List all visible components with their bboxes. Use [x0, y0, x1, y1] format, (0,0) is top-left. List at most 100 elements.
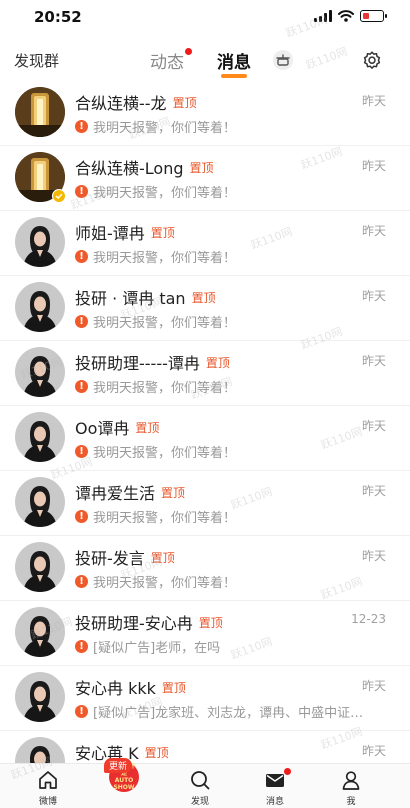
chat-list-item[interactable]: 合纵连横-Long 置顶 昨天! 我明天报警，你们等着！ [0, 146, 410, 211]
avatar[interactable] [15, 347, 65, 397]
pot-icon[interactable] [272, 49, 294, 71]
chat-list-item[interactable]: 投研助理-----谭冉 置顶 昨天! 我明天报警，你们等着！ [0, 341, 410, 406]
chat-list-item[interactable]: 投研 · 谭冉 tan 置顶 昨天! 我明天报警，你们等着！ [0, 276, 410, 341]
avatar[interactable] [15, 477, 65, 527]
tab-label: 微博 [38, 797, 57, 807]
chat-preview-row: ! 我明天报警，你们等着！ [75, 312, 380, 331]
alert-icon: ! [75, 705, 88, 718]
avatar[interactable] [15, 217, 65, 267]
tab-feed[interactable]: 动态 [150, 48, 192, 73]
discover-groups-link[interactable]: 发现群 [14, 50, 59, 71]
update-badge: 更新 [104, 758, 133, 773]
tab-discover[interactable]: 发现 [170, 768, 230, 807]
pinned-badge: 置顶 [161, 680, 186, 695]
chat-name-row: 投研助理-----谭冉 置顶 [75, 350, 230, 374]
avatar[interactable] [15, 607, 65, 657]
avatar[interactable] [15, 282, 65, 332]
chat-preview-row: ! 我明天报警，你们等着！ [75, 247, 380, 266]
chat-timestamp: 12-23 [351, 612, 386, 626]
tab-me[interactable]: 我 [321, 768, 381, 807]
chat-name: 师姐-谭冉 [75, 224, 145, 243]
chat-list-item[interactable]: 合纵连横--龙 置顶 昨天! 我明天报警，你们等着！ [0, 81, 410, 146]
tab-promo[interactable]: 我们可不是 AUTO SHOW 更新 [94, 758, 154, 792]
chat-timestamp: 昨天 [361, 484, 386, 498]
chat-preview-row: ! [疑似广告]龙家班、刘志龙，谭冉、中盛中证… [75, 702, 380, 721]
chat-preview: 我明天报警，你们等着！ [93, 511, 237, 526]
pinned-badge: 置顶 [191, 290, 216, 305]
tab-messages[interactable]: 消息 [217, 48, 251, 78]
chat-list-item[interactable]: 安心苒 K 置顶 昨天 [0, 731, 410, 763]
chat-list-item[interactable]: 投研助理-安心冉 置顶 12-23! [疑似广告]老师，在吗 [0, 601, 410, 666]
chat-preview: 我明天报警，你们等着！ [93, 576, 237, 591]
tab-label: 消息 [265, 797, 284, 807]
alert-icon: ! [75, 120, 88, 133]
alert-icon: ! [75, 250, 88, 263]
tab-label: 消息 [217, 53, 251, 73]
bottom-tab-bar: 微博 我们可不是 AUTO SHOW 更新 发现 消息 我 [0, 758, 410, 808]
tab-label: 发现 [190, 797, 209, 807]
chat-list-item[interactable]: 投研-发言 置顶 昨天! 我明天报警，你们等着！ [0, 536, 410, 601]
chat-preview: 我明天报警，你们等着！ [93, 186, 237, 201]
chat-name: 投研助理-安心冉 [75, 614, 193, 633]
chat-list: 合纵连横--龙 置顶 昨天! 我明天报警，你们等着！ 合纵连横-Long 置顶 昨天! 我明天… [0, 81, 410, 763]
top-nav: 发现群 动态 消息 [0, 40, 410, 80]
alert-icon: ! [75, 315, 88, 328]
chat-timestamp: 昨天 [361, 289, 386, 303]
chat-timestamp: 昨天 [361, 419, 386, 433]
chat-list-item[interactable]: Oo谭冉 置顶 昨天! 我明天报警，你们等着！ [0, 406, 410, 471]
battery-icon [360, 10, 387, 22]
chat-name: 投研助理-----谭冉 [75, 354, 200, 373]
signal-icon [314, 10, 332, 22]
chat-name-row: 师姐-谭冉 置顶 [75, 220, 175, 244]
chat-timestamp: 昨天 [361, 224, 386, 238]
chat-name: 投研-发言 [75, 549, 145, 568]
chat-name: 安心冉 kkk [75, 679, 156, 698]
chat-preview-row: ! 我明天报警，你们等着！ [75, 182, 380, 201]
chat-timestamp: 昨天 [361, 679, 386, 693]
chat-name: 投研 · 谭冉 tan [75, 289, 186, 308]
verified-badge-icon [52, 189, 66, 203]
mail-icon [245, 768, 305, 792]
tab-label: 动态 [150, 53, 184, 73]
chat-list-item[interactable]: 安心冉 kkk 置顶 昨天 ! [疑似广告]龙家班、刘志龙，谭冉、中盛中证… [0, 666, 410, 731]
avatar[interactable] [15, 542, 65, 592]
chat-name: 合纵连横--龙 [75, 94, 167, 113]
chat-list-item[interactable]: 师姐-谭冉 置顶 昨天! 我明天报警，你们等着！ [0, 211, 410, 276]
chat-preview: [疑似广告]老师，在吗 [93, 641, 221, 656]
notification-dot [185, 48, 192, 55]
chat-name-row: 合纵连横--龙 置顶 [75, 90, 197, 114]
user-icon [321, 768, 381, 792]
tab-weibo-home[interactable]: 微博 [18, 768, 78, 807]
chat-name-row: 谭冉爱生活 置顶 [75, 480, 185, 504]
chat-name: Oo谭冉 [75, 419, 130, 438]
chat-name-row: Oo谭冉 置顶 [75, 415, 159, 439]
chat-preview-row: ! 我明天报警，你们等着！ [75, 117, 380, 136]
pinned-badge: 置顶 [144, 745, 169, 760]
notification-dot [284, 768, 291, 775]
home-icon [18, 768, 78, 792]
chat-preview: 我明天报警，你们等着！ [93, 251, 237, 266]
chat-timestamp: 昨天 [361, 744, 386, 758]
avatar[interactable] [15, 737, 65, 763]
chat-name-row: 合纵连横-Long 置顶 [75, 155, 214, 179]
avatar[interactable] [15, 412, 65, 462]
wifi-icon [338, 10, 354, 22]
avatar[interactable] [15, 87, 65, 137]
tab-label: 我 [346, 797, 356, 807]
alert-icon: ! [75, 510, 88, 523]
pinned-badge: 置顶 [172, 95, 197, 110]
chat-name: 合纵连横-Long [75, 159, 184, 178]
chat-preview: 我明天报警，你们等着！ [93, 316, 237, 331]
chat-name: 谭冉爱生活 [75, 484, 156, 503]
chat-name-row: 投研 · 谭冉 tan 置顶 [75, 285, 216, 309]
pinned-badge: 置顶 [205, 355, 230, 370]
alert-icon: ! [75, 185, 88, 198]
tab-messages-bottom[interactable]: 消息 [245, 768, 305, 807]
chat-preview: 我明天报警，你们等着！ [93, 446, 237, 461]
gear-icon[interactable] [361, 49, 383, 71]
alert-icon: ! [75, 575, 88, 588]
avatar[interactable] [15, 672, 65, 722]
pinned-badge: 置顶 [150, 550, 175, 565]
status-icons [314, 10, 387, 22]
chat-list-item[interactable]: 谭冉爱生活 置顶 昨天! 我明天报警，你们等着！ [0, 471, 410, 536]
